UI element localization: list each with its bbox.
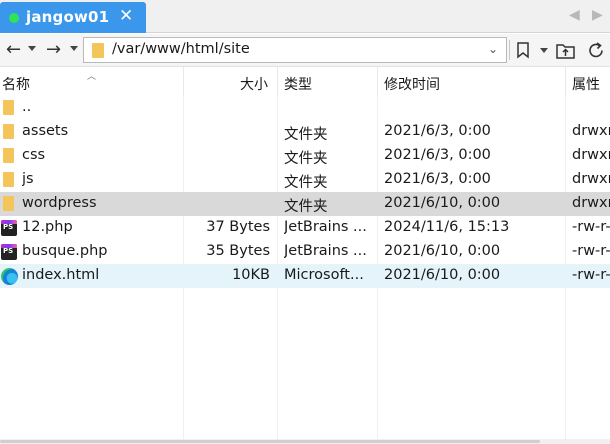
column-divider[interactable] <box>565 67 566 96</box>
back-history-dropdown-icon[interactable] <box>28 46 36 51</box>
file-row-js[interactable]: js 文件夹 2021/6/3, 0:00 drwxr <box>0 168 610 192</box>
file-type: 文件夹 <box>284 199 328 215</box>
file-modified: 2021/6/3, 0:00 <box>384 147 491 163</box>
file-name: .. <box>22 99 32 115</box>
file-name: 12.php <box>22 219 73 235</box>
bookmark-icon[interactable] <box>516 42 530 59</box>
column-divider[interactable] <box>183 67 184 96</box>
file-row-parent[interactable]: .. <box>0 96 610 120</box>
toolbar: ← → /var/www/html/site ⌄ <box>0 34 610 67</box>
tab-bar: jangow01 ✕ ◀ ▶ <box>0 0 610 33</box>
column-header-size[interactable]: 大小 <box>240 74 268 94</box>
file-modified: 2021/6/10, 0:00 <box>384 243 501 259</box>
folder-icon <box>3 172 14 187</box>
refresh-icon[interactable] <box>587 41 606 60</box>
file-name: css <box>22 147 46 163</box>
file-modified: 2021/6/3, 0:00 <box>384 171 491 187</box>
file-row-index-html[interactable]: index.html 10KB Microsoft... 2021/6/10, … <box>0 264 610 288</box>
file-size: 10KB <box>232 267 270 283</box>
connection-status-icon <box>9 13 19 23</box>
address-path[interactable]: /var/www/html/site <box>112 41 250 57</box>
bookmark-dropdown-icon[interactable] <box>540 48 548 53</box>
file-attributes: drwxr <box>572 123 610 139</box>
horizontal-scrollbar[interactable] <box>0 439 610 444</box>
tab-prev-icon[interactable]: ◀ <box>569 7 580 23</box>
file-modified: 2021/6/3, 0:00 <box>384 123 491 139</box>
file-row-busque-php[interactable]: PS busque.php 35 Bytes JetBrains ... 202… <box>0 240 610 264</box>
tab-jangow01[interactable]: jangow01 ✕ <box>0 2 146 33</box>
folder-icon <box>3 124 14 139</box>
file-type: JetBrains ... <box>284 243 367 259</box>
folder-icon <box>3 100 14 115</box>
file-name: index.html <box>22 267 100 283</box>
file-modified: 2024/11/6, 15:13 <box>384 219 510 235</box>
tab-label: jangow01 <box>26 8 110 26</box>
column-header-modified[interactable]: 修改时间 <box>384 74 440 94</box>
file-name: wordpress <box>22 195 97 211</box>
sort-ascending-icon: ︿ <box>87 72 97 82</box>
scrollbar-thumb[interactable] <box>0 440 540 443</box>
file-type: JetBrains ... <box>284 219 367 235</box>
file-attributes: drwxr <box>572 171 610 187</box>
address-bar[interactable]: /var/www/html/site ⌄ <box>83 37 507 63</box>
file-name: js <box>22 171 34 187</box>
column-header-name[interactable]: 名称 <box>2 74 30 94</box>
file-size: 37 Bytes <box>206 219 270 235</box>
phpstorm-icon: PS <box>1 220 17 236</box>
back-button[interactable]: ← <box>6 39 21 61</box>
file-type: 文件夹 <box>284 175 328 191</box>
column-divider[interactable] <box>377 67 378 96</box>
folder-icon <box>3 148 14 163</box>
file-row-assets[interactable]: assets 文件夹 2021/6/3, 0:00 drwxr <box>0 120 610 144</box>
file-row-css[interactable]: css 文件夹 2021/6/3, 0:00 drwxr <box>0 144 610 168</box>
file-attributes: -rw-r- <box>572 267 610 283</box>
file-attributes: drwxr <box>572 195 610 211</box>
folder-icon <box>92 43 104 58</box>
file-type: 文件夹 <box>284 127 328 143</box>
column-divider[interactable] <box>277 67 278 96</box>
file-attributes: -rw-r- <box>572 219 610 235</box>
file-attributes: drwxr <box>572 147 610 163</box>
file-type: Microsoft... <box>284 267 364 283</box>
edge-icon <box>1 268 18 285</box>
phpstorm-icon: PS <box>1 244 17 260</box>
forward-button[interactable]: → <box>46 39 61 61</box>
tab-next-icon[interactable]: ▶ <box>592 7 603 23</box>
file-attributes: -rw-r- <box>572 243 610 259</box>
column-header-attributes[interactable]: 属性 <box>572 74 600 94</box>
file-row-wordpress[interactable]: wordpress 文件夹 2021/6/10, 0:00 drwxr <box>0 192 610 216</box>
file-modified: 2021/6/10, 0:00 <box>384 267 501 283</box>
column-header-type[interactable]: 类型 <box>284 74 312 94</box>
file-size: 35 Bytes <box>206 243 270 259</box>
forward-history-dropdown-icon[interactable] <box>70 46 78 51</box>
parent-folder-icon[interactable] <box>556 41 576 60</box>
file-name: assets <box>22 123 69 139</box>
folder-icon <box>3 196 14 211</box>
toolbar-divider <box>509 40 510 60</box>
file-modified: 2021/6/10, 0:00 <box>384 195 501 211</box>
file-row-12-php[interactable]: PS 12.php 37 Bytes JetBrains ... 2024/11… <box>0 216 610 240</box>
close-tab-icon[interactable]: ✕ <box>119 7 133 25</box>
file-name: busque.php <box>22 243 108 259</box>
address-dropdown-icon[interactable]: ⌄ <box>488 42 498 56</box>
file-type: 文件夹 <box>284 151 328 167</box>
column-header-row: ︿ 名称 大小 类型 修改时间 属性 <box>0 67 610 96</box>
